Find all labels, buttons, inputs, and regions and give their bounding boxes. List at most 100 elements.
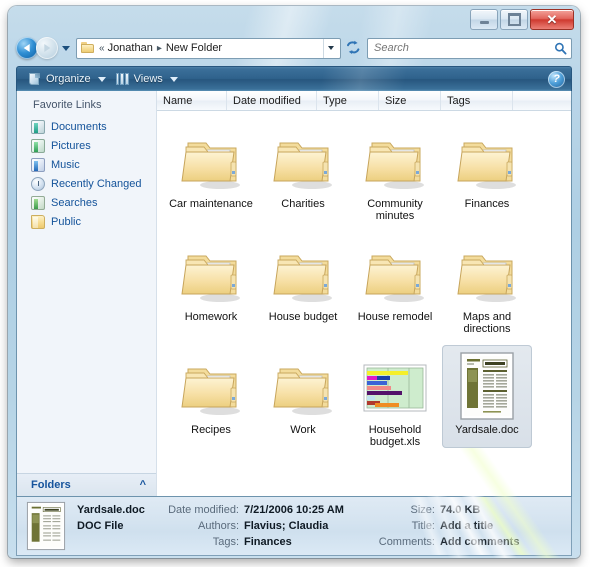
breadcrumb-address-box[interactable]: « Jonathan ▸ New Folder — [76, 37, 341, 59]
details-key: Title: — [411, 520, 435, 532]
folder-icon — [457, 255, 516, 302]
file-item-house-remodel[interactable]: House remodel — [350, 232, 440, 335]
thumbnail — [267, 232, 339, 308]
refresh-button[interactable] — [343, 38, 364, 59]
sidebar-item-recently-changed[interactable]: Recently Changed — [17, 174, 156, 193]
details-identity-column: Yardsale.doc DOC File — [77, 503, 163, 533]
chevron-down-icon — [169, 76, 178, 82]
search-icon[interactable] — [554, 42, 567, 55]
file-item-household-budget-xls[interactable]: Household budget.xls — [350, 345, 440, 448]
details-value: 74.0 KB — [440, 504, 481, 516]
file-item-yardsale-doc[interactable]: Yardsale.doc — [442, 345, 532, 448]
column-headers: Name Date modified Type Size Tags — [157, 91, 571, 111]
details-row-tags: Tags: Finances — [163, 535, 363, 549]
file-item-car-maintenance[interactable]: Car maintenance — [166, 119, 256, 222]
sidebar-item-label: Public — [51, 215, 81, 228]
column-header-extra[interactable] — [513, 91, 571, 110]
file-item-community-minutes[interactable]: Community minutes — [350, 119, 440, 222]
column-header-type[interactable]: Type — [317, 91, 379, 110]
chevron-down-icon — [97, 76, 106, 82]
breadcrumb-item-jonathan[interactable]: Jonathan — [108, 42, 153, 54]
sidebar-item-label: Searches — [51, 196, 98, 209]
folders-pane-toggle[interactable]: Folders ^ — [17, 473, 156, 496]
navigation-sidebar: Favorite Links Documents Pictures Music — [17, 91, 157, 496]
address-dropdown-button[interactable] — [323, 38, 338, 58]
column-header-name[interactable]: Name — [157, 91, 227, 110]
file-item-homework[interactable]: Homework — [166, 232, 256, 335]
folder-icon — [273, 255, 332, 302]
chevron-down-icon — [328, 46, 334, 50]
file-items-grid: Car maintenance Charities Community minu… — [157, 111, 571, 496]
file-item-maps-and-directions[interactable]: Maps and directions — [442, 232, 532, 335]
search-input[interactable] — [372, 41, 554, 55]
details-key: Comments: — [378, 536, 435, 548]
chevron-up-icon: ^ — [139, 479, 146, 491]
folder-icon — [457, 142, 516, 189]
sidebar-item-music[interactable]: Music — [17, 155, 156, 174]
documents-icon — [31, 119, 45, 134]
details-value[interactable]: Flavius; Claudia — [244, 519, 328, 533]
folder-icon — [181, 255, 240, 302]
back-button[interactable] — [16, 37, 38, 59]
details-value[interactable]: Add comments — [440, 535, 519, 549]
client-area: Favorite Links Documents Pictures Music — [16, 91, 572, 497]
folders-label: Folders — [31, 479, 71, 491]
file-item-label: Recipes — [191, 424, 231, 436]
details-row-date-modified: Date modified: 7/21/2006 10:25 AM — [163, 503, 363, 517]
sidebar-item-label: Recently Changed — [51, 177, 142, 190]
column-header-size[interactable]: Size — [379, 91, 441, 110]
folder-icon — [365, 142, 424, 189]
sidebar-item-label: Pictures — [51, 139, 91, 152]
details-key: Date modified: — [168, 504, 239, 516]
help-icon: ? — [553, 72, 560, 85]
folder-icon — [181, 142, 240, 189]
views-button[interactable]: Views — [111, 69, 183, 90]
favorite-links-section: Favorite Links Documents Pictures Music — [17, 91, 156, 473]
details-value[interactable]: Add a title — [440, 519, 493, 533]
breadcrumb-item-new-folder[interactable]: New Folder — [166, 42, 222, 54]
organize-label: Organize — [46, 73, 91, 85]
file-list-pane: Name Date modified Type Size Tags Car ma… — [157, 91, 571, 496]
column-header-date-modified[interactable]: Date modified — [227, 91, 317, 110]
title-bar: ✕ — [8, 6, 580, 32]
file-item-label: Charities — [281, 198, 325, 210]
forward-button[interactable] — [36, 37, 58, 59]
sidebar-item-searches[interactable]: Searches — [17, 193, 156, 212]
file-item-house-budget[interactable]: House budget — [258, 232, 348, 335]
public-folder-icon — [31, 214, 45, 229]
breadcrumb-overflow-icon[interactable]: « — [99, 43, 105, 54]
file-item-label: House remodel — [357, 311, 433, 323]
favorite-links-title: Favorite Links — [33, 99, 102, 111]
desktop-background: ✕ « Jonathan ▸ New Folder Search Organiz… — [0, 0, 590, 567]
maximize-button[interactable] — [500, 9, 528, 30]
file-item-finances[interactable]: Finances — [442, 119, 532, 222]
file-item-recipes[interactable]: Recipes — [166, 345, 256, 448]
file-item-label: Maps and directions — [462, 311, 512, 335]
organize-button[interactable]: Organize — [23, 69, 111, 90]
refresh-icon — [347, 40, 360, 54]
searches-icon — [31, 195, 45, 210]
details-value[interactable]: Finances — [244, 535, 292, 549]
file-item-label: Household budget.xls — [368, 424, 422, 448]
column-header-tags[interactable]: Tags — [441, 91, 513, 110]
close-button[interactable]: ✕ — [530, 9, 574, 30]
organize-icon — [28, 73, 41, 85]
breadcrumb-separator-icon[interactable]: ▸ — [157, 43, 162, 54]
help-button[interactable]: ? — [548, 70, 565, 88]
file-item-charities[interactable]: Charities — [258, 119, 348, 222]
sidebar-item-label: Documents — [51, 120, 107, 133]
details-pane: Yardsale.doc DOC File Date modified: 7/2… — [16, 497, 572, 556]
document-icon — [460, 352, 514, 420]
file-item-label: Finances — [464, 198, 510, 210]
minimize-button[interactable] — [470, 9, 498, 30]
file-item-work[interactable]: Work — [258, 345, 348, 448]
sidebar-item-documents[interactable]: Documents — [17, 117, 156, 136]
details-fields: Yardsale.doc DOC File Date modified: 7/2… — [77, 503, 563, 549]
details-key: Size: — [410, 504, 435, 516]
address-bar: « Jonathan ▸ New Folder — [8, 32, 580, 64]
sidebar-item-pictures[interactable]: Pictures — [17, 136, 156, 155]
history-dropdown-button[interactable] — [59, 37, 73, 59]
folder-icon — [273, 142, 332, 189]
sidebar-item-public[interactable]: Public — [17, 212, 156, 231]
search-box[interactable] — [367, 37, 572, 59]
